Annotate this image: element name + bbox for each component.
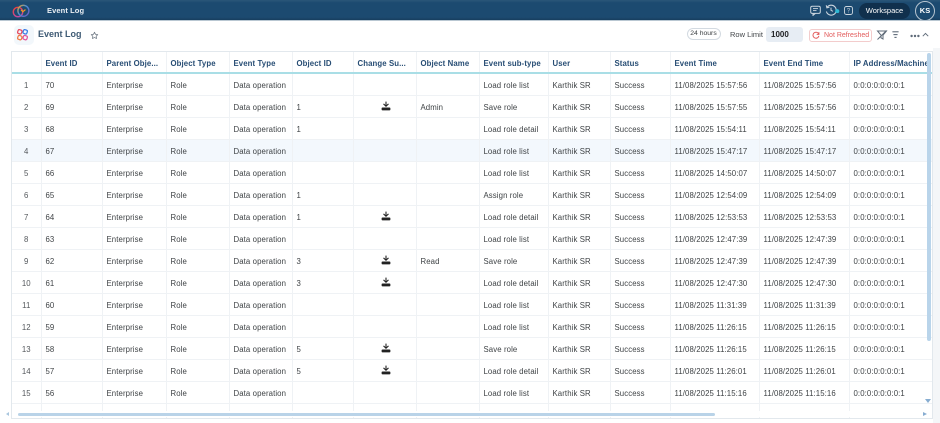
svg-text:?: ?	[846, 8, 850, 15]
